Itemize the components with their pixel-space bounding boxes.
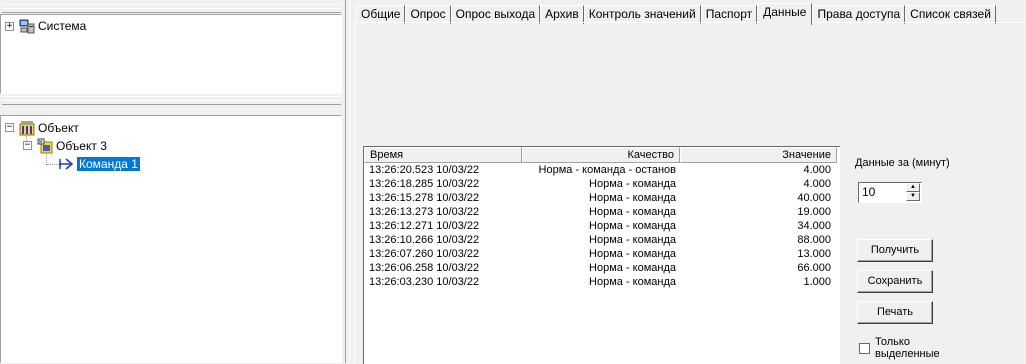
cell-value: 66.000 (797, 262, 831, 274)
object-folder-icon: M (37, 138, 53, 154)
tree-item-label: Система (38, 19, 87, 33)
column-header-quality[interactable]: Качество (522, 147, 680, 163)
cell-quality: Норма - команда (589, 234, 676, 246)
cell-quality: Норма - команда (589, 248, 676, 260)
tab-strip: Общие Опрос Опрос выхода Архив Контроль … (356, 3, 996, 25)
cell-value: 4.000 (803, 178, 831, 190)
tree-item-command-1[interactable]: Команда 1 (58, 156, 141, 172)
left-pane: + Система − Объект − M Объект 3 Команда … (0, 0, 345, 363)
expander-object[interactable]: − (5, 123, 14, 132)
cell-time: 13:26:15.278 10/03/22 (369, 192, 480, 204)
cell-value: 4.000 (803, 164, 831, 176)
svg-text:M: M (39, 140, 43, 145)
cell-quality: Норма - команда - останов (538, 164, 676, 176)
print-button[interactable]: Печать (857, 301, 933, 324)
cell-quality: Норма - команда (589, 220, 676, 232)
cell-time: 13:26:10.266 10/03/22 (369, 234, 480, 246)
computer-network-icon (19, 18, 35, 34)
object-building-icon (19, 120, 35, 136)
column-header-value[interactable]: Значение (680, 147, 837, 163)
bottom-panel-grip[interactable] (2, 96, 341, 105)
table-row[interactable]: 13:26:07.260 10/03/22 Норма - команда 13.0… (364, 247, 837, 261)
object-tree[interactable]: − Объект − M Объект 3 Команда 1 (0, 115, 342, 363)
cell-time: 13:26:07.260 10/03/22 (369, 248, 480, 260)
period-spinner[interactable]: 10 ▲ ▼ (858, 182, 922, 203)
spin-up-button[interactable]: ▲ (906, 183, 920, 192)
tree-item-system[interactable]: Система (19, 18, 86, 34)
table-row[interactable]: 13:26:03.230 10/03/22 Норма - команда 1.00… (364, 275, 837, 289)
table-row[interactable]: 13:26:18.285 10/03/22 Норма - команда 4.00… (364, 177, 837, 191)
command-arrow-icon (58, 156, 74, 172)
tree-item-object-3[interactable]: M Объект 3 (37, 138, 107, 154)
cell-value: 40.000 (797, 192, 831, 204)
only-selected-checkbox[interactable] (859, 343, 870, 354)
cell-quality: Норма - команда (589, 192, 676, 204)
cell-time: 13:26:06.258 10/03/22 (369, 262, 480, 274)
tab-data[interactable]: Данные (757, 3, 813, 25)
cell-value: 88.000 (797, 234, 831, 246)
system-tree[interactable]: + Система (0, 14, 342, 94)
cell-time: 13:26:20.523 10/03/22 (369, 164, 480, 176)
table-row[interactable]: 13:26:10.266 10/03/22 Норма - команда 88.0… (364, 233, 837, 247)
grid-header: Время Качество Значение (364, 147, 837, 163)
tree-item-label: Объект (38, 121, 79, 135)
cell-value: 34.000 (797, 220, 831, 232)
right-pane: Общие Опрос Опрос выхода Архив Контроль … (350, 0, 1026, 364)
period-value[interactable]: 10 (862, 185, 875, 199)
top-panel-grip[interactable] (2, 4, 341, 13)
spin-down-button[interactable]: ▼ (906, 192, 920, 201)
cell-quality: Норма - команда (589, 206, 676, 218)
tree-item-label: Объект 3 (56, 139, 107, 153)
cell-time: 13:26:18.285 10/03/22 (369, 178, 480, 190)
save-button[interactable]: Сохранить (857, 270, 933, 293)
blank-area (356, 24, 1026, 144)
expander-system[interactable]: + (5, 22, 14, 31)
column-header-time[interactable]: Время (364, 147, 522, 163)
period-label: Данные за (минут) (855, 157, 950, 169)
cell-value: 13.000 (797, 248, 831, 260)
cell-time: 13:26:03.230 10/03/22 (369, 276, 480, 288)
table-row[interactable]: 13:26:13.273 10/03/22 Норма - команда 19.0… (364, 205, 837, 219)
only-selected-label[interactable]: Только выделенные (875, 336, 955, 360)
table-row[interactable]: 13:26:12.271 10/03/22 Норма - команда 34.0… (364, 219, 837, 233)
cell-quality: Норма - команда (589, 178, 676, 190)
cell-value: 19.000 (797, 206, 831, 218)
expander-object-3[interactable]: − (23, 141, 32, 150)
tree-item-object[interactable]: Объект (19, 120, 79, 136)
tree-item-label: Команда 1 (76, 156, 141, 172)
cell-quality: Норма - команда (589, 262, 676, 274)
get-button[interactable]: Получить (857, 239, 933, 262)
table-row[interactable]: 13:26:06.258 10/03/22 Норма - команда 66.0… (364, 261, 837, 275)
table-row[interactable]: 13:26:20.523 10/03/22 Норма - команда - о… (364, 163, 837, 177)
data-grid[interactable]: Время Качество Значение 13:26:20.523 10/… (363, 146, 840, 364)
table-row[interactable]: 13:26:15.278 10/03/22 Норма - команда 40.0… (364, 191, 837, 205)
cell-quality: Норма - команда (589, 276, 676, 288)
cell-time: 13:26:12.271 10/03/22 (369, 220, 480, 232)
grid-rows: 13:26:20.523 10/03/22 Норма - команда - о… (364, 163, 837, 289)
cell-value: 1.000 (803, 276, 831, 288)
cell-time: 13:26:13.273 10/03/22 (369, 206, 480, 218)
data-tab-panel: Время Качество Значение 13:26:20.523 10/… (354, 22, 1026, 364)
